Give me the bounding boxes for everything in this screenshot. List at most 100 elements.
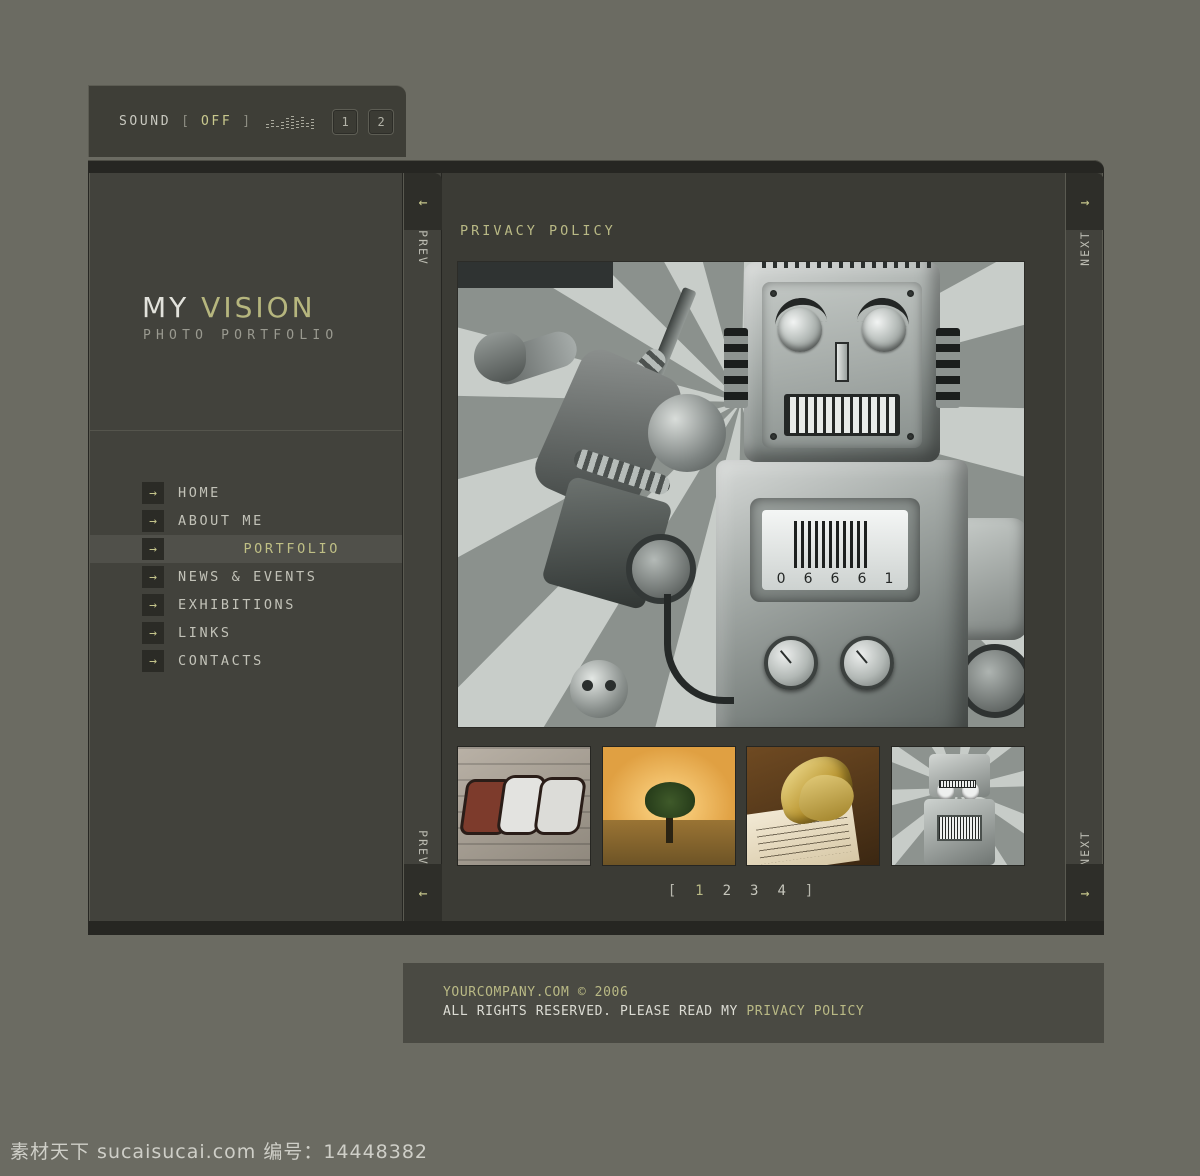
- nav-item-about-me[interactable]: → ABOUT ME: [90, 507, 402, 535]
- thumbnail-tin-robot[interactable]: [890, 746, 1025, 866]
- arrow-right-icon: →: [142, 566, 164, 588]
- page-title: PRIVACY POLICY: [460, 223, 616, 239]
- pager-page-4[interactable]: 4: [777, 883, 786, 899]
- equalizer-bar-6: [291, 115, 295, 129]
- tree-canopy: [644, 782, 696, 818]
- arrow-right-icon: →: [142, 650, 164, 672]
- equalizer-bar-10: [311, 118, 315, 129]
- page-root: SOUND [ OFF ] 1 2 MY VISION PHOTO PORTFO…: [0, 0, 1200, 1176]
- barcode-digits: 06661: [777, 571, 894, 587]
- sidebar: MY VISION PHOTO PORTFOLIO → HOME → ABOUT ME…: [89, 173, 402, 921]
- pager-bracket-open: [: [667, 883, 678, 899]
- next-top-button[interactable]: →: [1066, 173, 1104, 230]
- site-logo: MY VISION: [142, 291, 316, 324]
- nav-item-contacts[interactable]: → CONTACTS: [90, 647, 402, 675]
- barcode-digit-3: 6: [830, 570, 840, 587]
- robot-barcode: 06661: [762, 510, 908, 590]
- robot-head-main: [724, 262, 960, 462]
- face-screw-tr: [907, 290, 914, 297]
- site-tagline: PHOTO PORTFOLIO: [143, 328, 339, 343]
- pager-page-3[interactable]: 3: [750, 883, 759, 899]
- barcode-digit-2: 6: [803, 570, 813, 587]
- sound-label: SOUND: [119, 114, 172, 129]
- thumbnail-lone-tree-sunset[interactable]: [601, 746, 736, 866]
- arrow-right-icon: →: [142, 622, 164, 644]
- next-bottom-button[interactable]: →: [1066, 864, 1104, 921]
- thumbnail-golden-butterfly-sheet-music[interactable]: [746, 746, 881, 866]
- window-bottom-strip: [88, 922, 1104, 935]
- watermark: 素材天下 sucaisucai.com 编号：14448382: [10, 1141, 429, 1163]
- nav-item-news-events[interactable]: → NEWS & EVENTS: [90, 563, 402, 591]
- robot-eye-right: [862, 308, 906, 352]
- robot-hand-left: [474, 332, 526, 382]
- arrow-right-icon: →: [142, 482, 164, 504]
- pagination: [1 2 3 4]: [457, 883, 1025, 899]
- prev-rail-label-top: PREV: [416, 230, 430, 266]
- robot-small-head: [570, 660, 628, 718]
- nav-item-home[interactable]: → HOME: [90, 479, 402, 507]
- prev-rail: ← PREV PREV ←: [403, 173, 442, 921]
- footer-text: YOURCOMPANY.COM © 2006 ALL RIGHTS RESERV…: [443, 983, 864, 1021]
- face-screw-tl: [770, 290, 777, 297]
- sound-bracket-close: ]: [242, 114, 253, 129]
- robot-chest-panel: 06661: [750, 498, 920, 602]
- next-rail-label-top: NEXT: [1078, 230, 1092, 266]
- logo-word-vision: VISION: [201, 291, 316, 324]
- face-screw-bl: [770, 433, 777, 440]
- robot-ear-right: [936, 328, 960, 408]
- equalizer-bar-8: [301, 116, 305, 129]
- robot-body-main: 06661: [716, 460, 968, 727]
- mini-robot-mouth: [939, 780, 977, 789]
- small-head-eye-left: [582, 680, 593, 691]
- nav-item-label: LINKS: [178, 625, 232, 641]
- barcode-digit-1: 0: [776, 570, 786, 587]
- equalizer-bar-9: [306, 122, 310, 129]
- robot-antennae: [762, 262, 932, 268]
- barcode-bars: [794, 521, 871, 568]
- prev-top-button[interactable]: ←: [404, 173, 442, 230]
- main-navigation: → HOME → ABOUT ME → PORTFOLIO → NEWS & EVENTS → E…: [90, 431, 402, 675]
- footer-rights-line: ALL RIGHTS RESERVED. PLEASE READ MY PRIV…: [443, 1002, 864, 1021]
- pager-page-2[interactable]: 2: [723, 883, 732, 899]
- sound-track-2-button[interactable]: 2: [368, 108, 395, 135]
- content-panel: PRIVACY POLICY 0 6 6 6 1 [1 2 3 4]: [442, 173, 1065, 921]
- robot-wheel-right: [958, 644, 1024, 718]
- equalizer-bar-5: [286, 117, 290, 129]
- nav-item-label: NEWS & EVENTS: [178, 569, 318, 585]
- robot-nose: [835, 342, 849, 382]
- small-head-eye-right: [605, 680, 616, 691]
- nav-item-exhibitions[interactable]: → EXHIBITIONS: [90, 591, 402, 619]
- nav-item-label: EXHIBITIONS: [178, 597, 297, 613]
- sound-bar: SOUND [ OFF ] 1 2: [88, 85, 406, 157]
- hero-image[interactable]: 06661: [457, 261, 1025, 728]
- pager-page-1[interactable]: 1: [695, 883, 704, 899]
- nav-item-label: ABOUT ME: [178, 513, 264, 529]
- equalizer-bar-4: [281, 121, 285, 129]
- next-rail: → NEXT NEXT →: [1065, 173, 1104, 921]
- graffiti-letter-3: [536, 780, 584, 832]
- robot-ear-left: [724, 328, 748, 408]
- thumbnail-graffiti-wall[interactable]: [457, 746, 591, 866]
- logo-word-my: MY: [142, 291, 190, 324]
- nav-item-portfolio[interactable]: → PORTFOLIO: [90, 535, 402, 563]
- footer: YOURCOMPANY.COM © 2006 ALL RIGHTS RESERV…: [403, 963, 1104, 1043]
- hero-top-bar: [458, 262, 613, 288]
- mini-robot-barcode: [936, 815, 982, 842]
- nav-item-label: HOME: [178, 485, 221, 501]
- prev-bottom-button[interactable]: ←: [404, 864, 442, 921]
- nav-item-label: PORTFOLIO: [243, 541, 340, 557]
- barcode-digit-5: 1: [884, 570, 894, 587]
- equalizer-bar-7: [296, 120, 300, 129]
- sound-track-1-button[interactable]: 1: [332, 108, 359, 135]
- arrow-right-icon: →: [142, 594, 164, 616]
- footer-privacy-link[interactable]: PRIVACY POLICY: [746, 1004, 864, 1019]
- equalizer-dots-icon: [266, 115, 315, 129]
- next-rail-label-bottom: NEXT: [1078, 830, 1092, 866]
- robot-dial-right: [840, 636, 894, 690]
- robot-face: [762, 282, 922, 448]
- sound-state[interactable]: OFF: [201, 114, 232, 129]
- face-screw-br: [907, 433, 914, 440]
- sound-bracket-open: [: [181, 114, 191, 129]
- nav-item-links[interactable]: → LINKS: [90, 619, 402, 647]
- arrow-right-icon: →: [142, 538, 164, 560]
